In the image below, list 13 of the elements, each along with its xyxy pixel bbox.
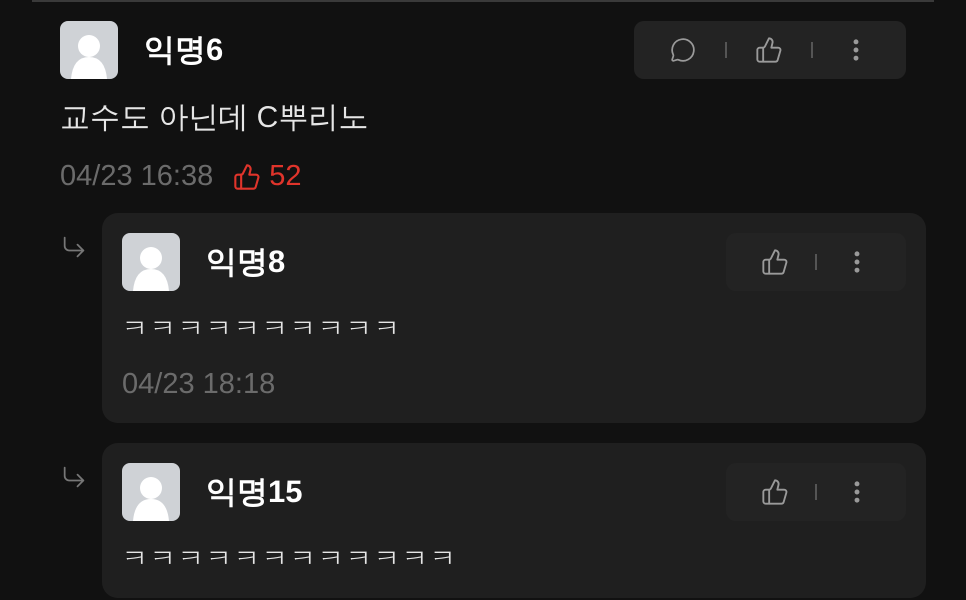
like-count: 52 — [269, 160, 302, 193]
author-name: 익명6 — [144, 31, 224, 69]
reply-text: ㅋㅋㅋㅋㅋㅋㅋㅋㅋㅋ — [122, 312, 403, 345]
avatar-icon — [60, 21, 118, 79]
comment-text: 교수도 아닌데 C뿌리노 — [60, 100, 370, 136]
author-name: 익명15 — [206, 473, 302, 511]
thumbs-up-icon — [233, 162, 262, 190]
avatar-icon — [122, 463, 180, 521]
author-name: 익명8 — [206, 243, 286, 281]
reply-time: 04/23 18:18 — [122, 368, 276, 401]
reply-text: ㅋㅋㅋㅋㅋㅋㅋㅋㅋㅋㅋㅋ — [122, 542, 459, 575]
avatar-icon — [122, 233, 180, 291]
comment-time: 04/23 16:38 — [60, 160, 214, 193]
